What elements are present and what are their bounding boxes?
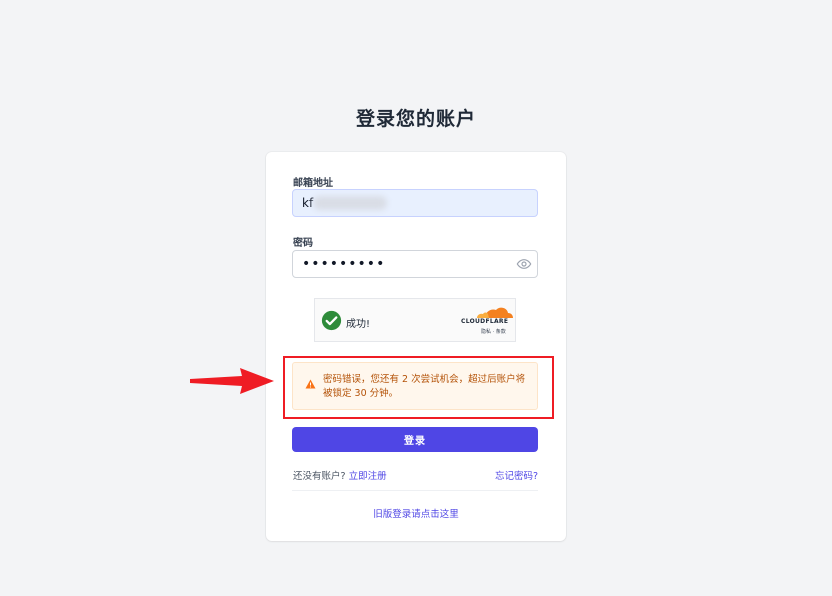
forgot-password-link[interactable]: 忘记密码? — [495, 468, 538, 482]
warning-icon — [305, 379, 316, 389]
cloudflare-captcha[interactable]: 成功! CLOUDFLARE 隐私 · 条款 — [314, 298, 516, 342]
password-field[interactable] — [292, 250, 538, 278]
email-label: 邮箱地址 — [293, 178, 333, 189]
email-redaction — [313, 196, 387, 210]
page-title: 登录您的账户 — [355, 108, 476, 130]
legacy-login-link[interactable]: 旧版登录请点击这里 — [373, 509, 459, 520]
divider — [292, 490, 538, 491]
signup-prompt: 还没有账户? — [293, 471, 346, 482]
password-label: 密码 — [293, 238, 313, 249]
captcha-status: 成功! — [346, 319, 371, 330]
login-button[interactable]: 登录 — [292, 427, 538, 452]
cloudflare-wordmark: CLOUDFLARE — [461, 318, 509, 325]
signup-link[interactable]: 立即注册 — [349, 471, 387, 482]
eye-icon[interactable] — [516, 256, 532, 272]
legacy-login-row: 旧版登录请点击这里 — [266, 506, 566, 520]
error-message: 密码错误，您还有 2 次尝试机会，超过后账户将被锁定 30 分钟。 — [323, 374, 526, 399]
annotation-arrow-icon — [190, 368, 274, 394]
signup-row: 还没有账户? 立即注册 — [293, 468, 387, 482]
login-card: 邮箱地址 密码 成功! CLOUDFLARE 隐私 · 条款 密码错误，您还有 … — [266, 152, 566, 541]
captcha-links[interactable]: 隐私 · 条款 — [481, 328, 506, 335]
check-circle-icon — [321, 310, 342, 331]
error-alert: 密码错误，您还有 2 次尝试机会，超过后账户将被锁定 30 分钟。 — [292, 362, 538, 410]
